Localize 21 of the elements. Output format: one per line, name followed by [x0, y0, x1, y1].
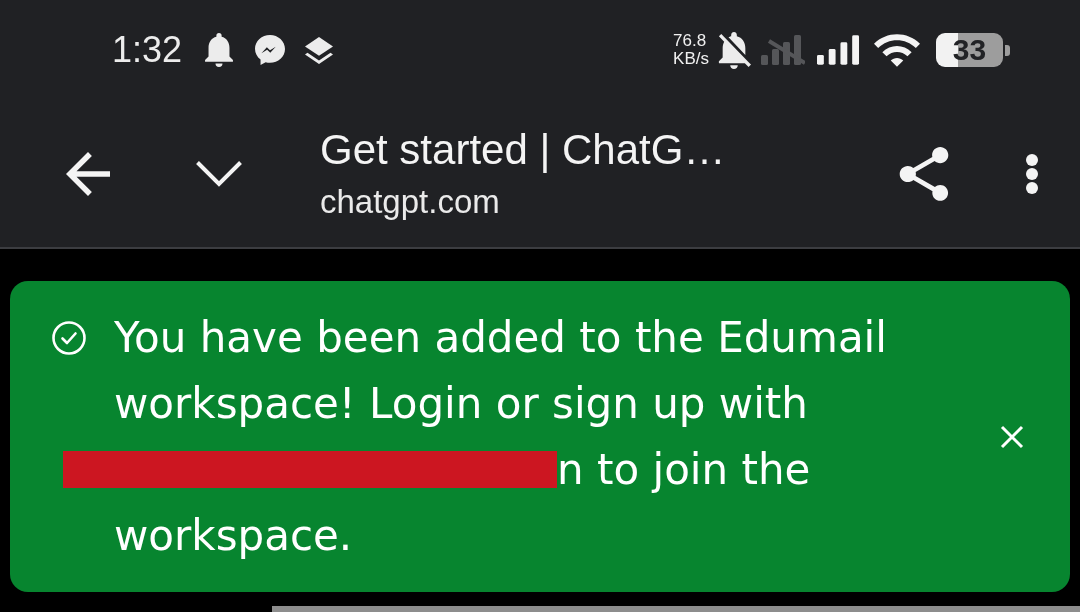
share-icon: [899, 146, 949, 201]
network-speed-unit: KB/s: [673, 50, 709, 68]
clock-time: 1:32: [112, 30, 183, 70]
layers-icon: [305, 36, 334, 64]
signal-bars-icon: [817, 35, 860, 65]
page-title: Get started | ChatG…: [320, 124, 726, 175]
close-button[interactable]: [1000, 424, 1024, 449]
chat-bubble-icon: [255, 35, 286, 65]
wifi-icon: [874, 33, 920, 67]
more-vertical-icon: [1025, 152, 1039, 195]
no-signal-icon: [761, 35, 805, 65]
back-arrow-icon: [66, 151, 110, 196]
close-icon: [1000, 424, 1024, 449]
chevron-down-icon: [195, 159, 243, 188]
page-url: chatgpt.com: [320, 181, 500, 222]
banner-message: workspace.: [114, 510, 353, 562]
bell-icon: [205, 33, 234, 67]
banner-message: n to join the: [557, 444, 811, 496]
check-circle-icon: [52, 321, 86, 355]
bell-slash-icon: [717, 31, 751, 69]
network-speed-value: 76.8: [673, 32, 707, 50]
